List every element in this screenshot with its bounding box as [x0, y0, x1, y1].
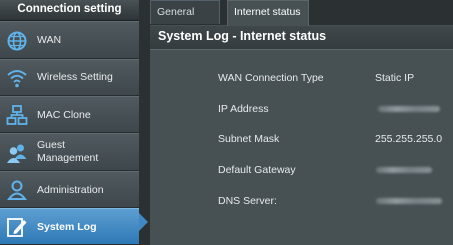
user-icon	[7, 180, 27, 200]
ip-address-redacted	[378, 106, 440, 112]
wifi-icon	[7, 70, 27, 88]
page-title: System Log - Internet status	[158, 29, 327, 43]
sidebar-item-label: WAN	[37, 34, 62, 46]
subnet-mask-value: 255.255.255.0	[375, 133, 443, 145]
edit-log-icon	[7, 218, 27, 237]
globe-icon	[7, 31, 27, 51]
ip-address-label: IP Address	[218, 103, 269, 115]
wan-connection-type-value: Static IP	[375, 72, 415, 84]
tab-general-log[interactable]: General Log	[150, 0, 220, 40]
wan-connection-type-label: WAN Connection Type	[218, 72, 324, 84]
sidebar-item-guest-management[interactable]: Guest Management	[0, 133, 139, 171]
sidebar-item-label: Guest Management	[37, 139, 99, 164]
users-icon	[7, 144, 27, 163]
sidebar-item-label: Wireless Setting	[37, 71, 113, 83]
sidebar-item-administration[interactable]: Administration	[0, 171, 139, 208]
default-gateway-redacted	[376, 167, 432, 173]
subnet-mask-label: Subnet Mask	[218, 133, 280, 145]
sidebar-item-wireless-setting[interactable]: Wireless Setting	[0, 59, 139, 96]
network-icon	[6, 105, 28, 125]
dns-server-redacted	[376, 198, 442, 204]
default-gateway-label: Default Gateway	[218, 164, 296, 176]
active-item-arrow	[139, 213, 148, 231]
sidebar-item-label: Administration	[37, 184, 104, 196]
dns-server-label: DNS Server:	[218, 195, 277, 207]
sidebar-item-label: System Log	[37, 221, 97, 233]
sidebar: Connection setting WAN Wireless Setting …	[0, 0, 139, 245]
sidebar-title: Connection setting	[0, 0, 139, 21]
sidebar-item-wan[interactable]: WAN	[0, 21, 139, 59]
sidebar-item-label: MAC Clone	[37, 109, 91, 121]
tab-internet-status[interactable]: Internet status	[227, 0, 309, 26]
sidebar-item-mac-clone[interactable]: MAC Clone	[0, 96, 139, 133]
sidebar-item-system-log[interactable]: System Log	[0, 208, 139, 245]
main-panel: General Log Internet status System Log -…	[150, 0, 453, 245]
panel-header: System Log - Internet status	[150, 26, 453, 50]
tab-bar: General Log Internet status	[150, 0, 453, 40]
